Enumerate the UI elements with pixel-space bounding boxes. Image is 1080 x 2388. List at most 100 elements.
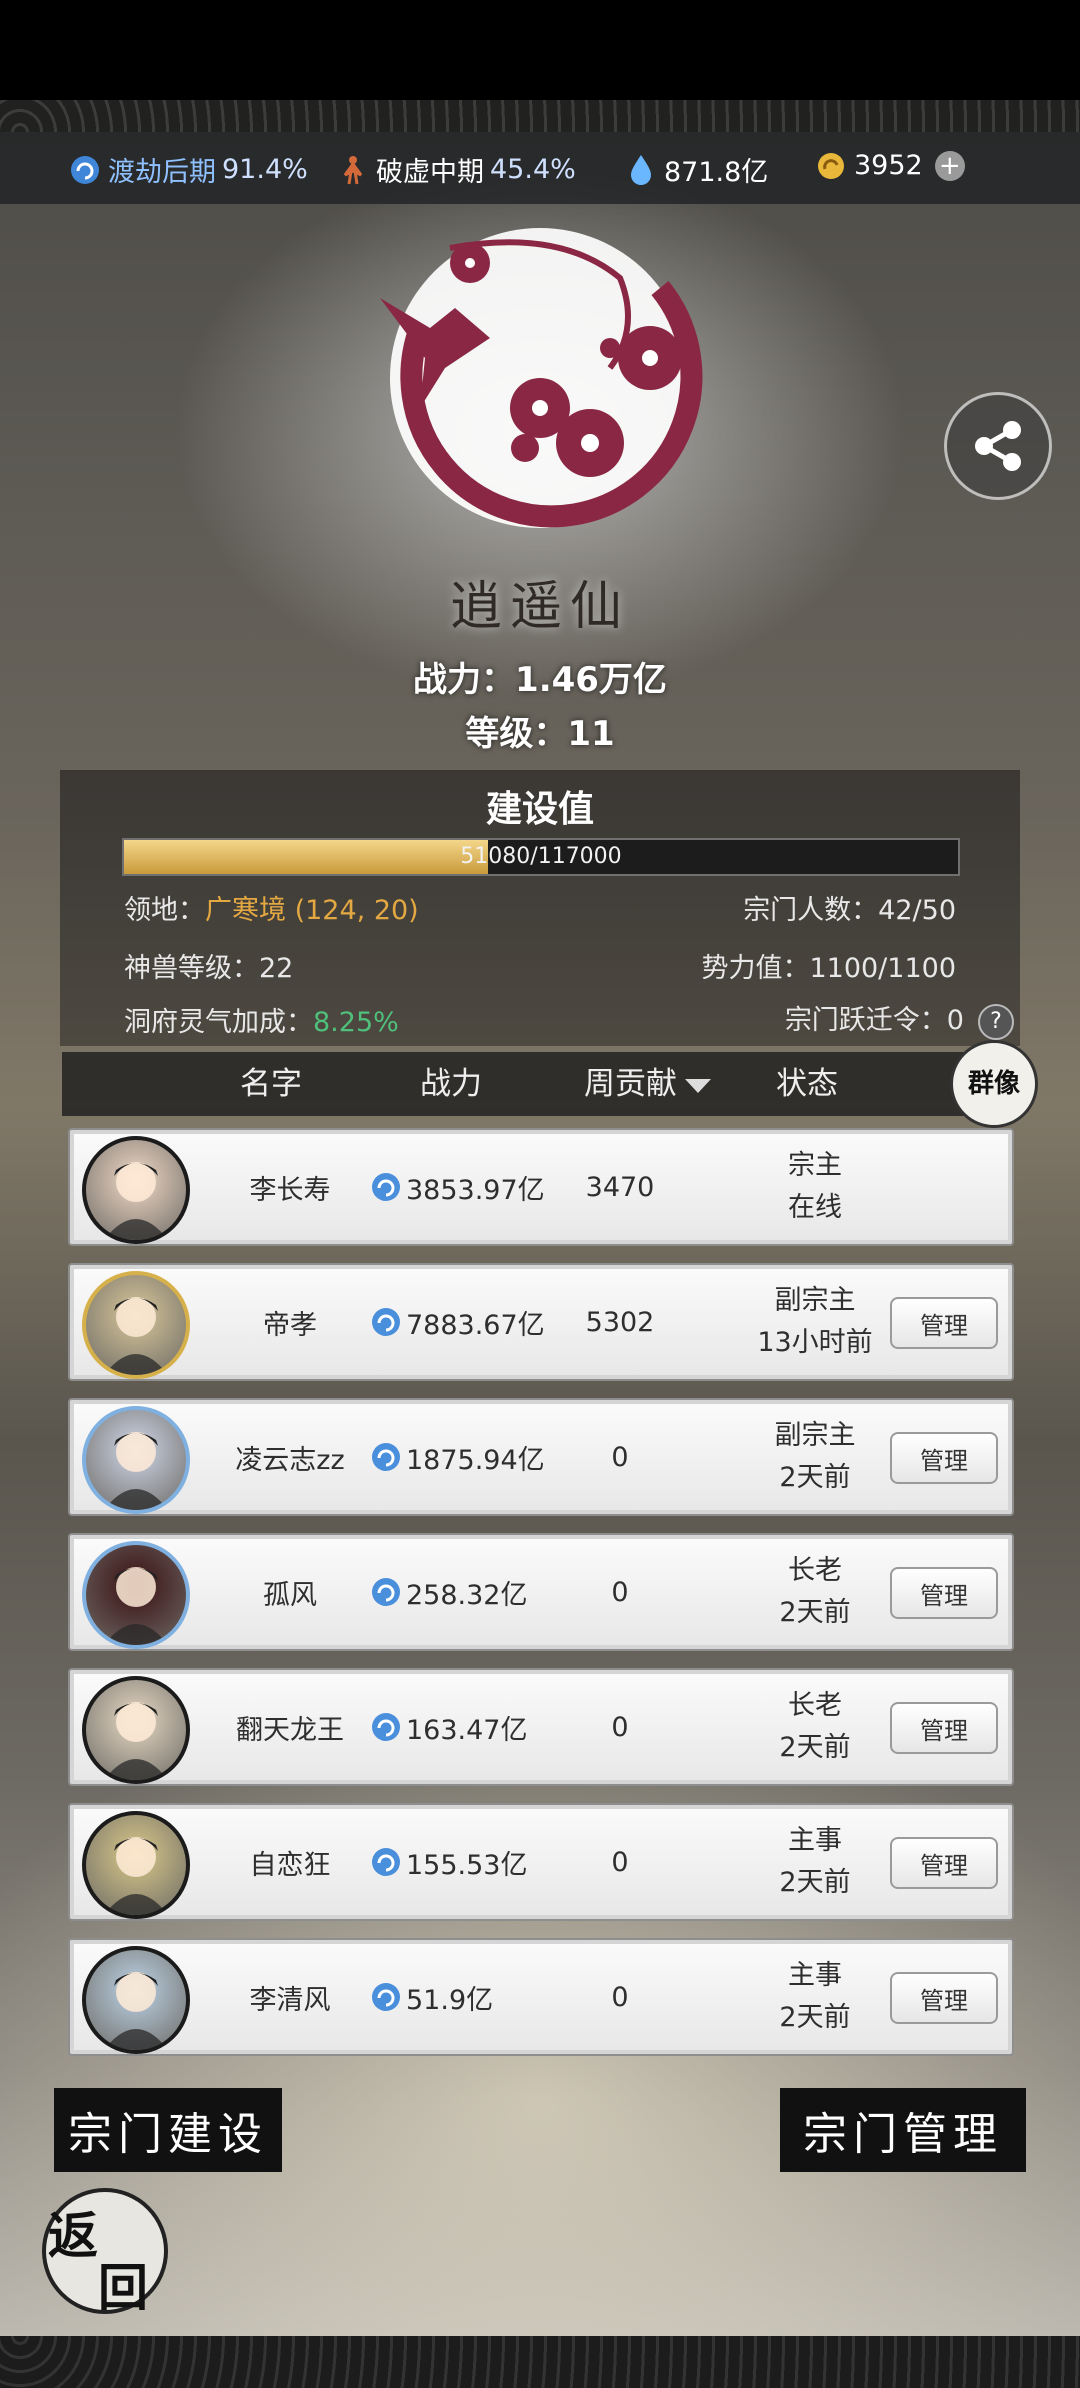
member-name: 翻天龙王	[236, 1714, 344, 1746]
portrait-icon	[104, 1837, 168, 1915]
share-button[interactable]	[944, 392, 1052, 500]
sect-manage-button[interactable]: 宗门管理	[780, 2088, 1026, 2172]
build-value-title: 建设值	[485, 789, 594, 830]
member-name: 李长寿	[249, 1174, 331, 1206]
share-icon	[975, 421, 1021, 471]
member-power-value: 51.9亿	[406, 1984, 494, 2016]
member-role: 长老	[788, 1690, 842, 1721]
manage-button[interactable]: 管理	[890, 1432, 998, 1484]
manage-button[interactable]: 管理	[890, 1837, 998, 1889]
member-weekly: 0	[611, 1711, 629, 1743]
member-avatar[interactable]	[82, 1946, 190, 2054]
member-row[interactable]: 孤风 258.32亿 0 长老 2天前 管理	[68, 1533, 1014, 1651]
member-status: 长老 2天前	[740, 1535, 890, 1649]
sect-level: 等级：11	[465, 714, 615, 754]
territory-label: 领地：	[124, 895, 205, 926]
swirl-icon	[372, 1713, 400, 1741]
member-role: 主事	[788, 1825, 842, 1856]
member-avatar[interactable]	[82, 1811, 190, 1919]
sect-emblem	[380, 228, 703, 528]
cultivation-percent: 91.4%	[222, 154, 308, 185]
member-power-value: 155.53亿	[406, 1849, 528, 1881]
portrait-icon	[104, 1432, 168, 1510]
member-count: 宗门人数：42/50	[743, 895, 956, 926]
gold-value: 3952	[854, 150, 923, 181]
portrait-icon	[104, 1297, 168, 1375]
member-row[interactable]: 帝孝 7883.67亿 5302 副宗主 13小时前 管理	[68, 1263, 1014, 1381]
member-avatar[interactable]	[82, 1541, 190, 1649]
body-status[interactable]: 破虚中期 45.4%	[338, 150, 576, 189]
top-pattern-border	[0, 100, 1080, 132]
back-button[interactable]: 返 回	[42, 2188, 168, 2317]
manage-button[interactable]: 管理	[890, 1567, 998, 1619]
swirl-icon	[372, 1173, 400, 1201]
header-power: 战力	[420, 1066, 482, 1102]
member-last-online: 2天前	[779, 1867, 851, 1898]
member-last-online: 2天前	[779, 2002, 851, 2033]
swirl-icon	[372, 1983, 400, 2011]
beast-level: 神兽等级：22	[124, 953, 294, 984]
member-last-online: 13小时前	[757, 1327, 873, 1358]
member-row[interactable]: 李清风 51.9亿 0 主事 2天前 管理	[68, 1938, 1014, 2056]
member-status: 主事 2天前	[740, 1805, 890, 1919]
member-power-value: 7883.67亿	[406, 1309, 545, 1341]
gold-coin-icon	[816, 151, 846, 181]
member-row[interactable]: 翻天龙王 163.47亿 0 长老 2天前 管理	[68, 1668, 1014, 1786]
member-role: 主事	[788, 1960, 842, 1991]
header-status: 状态	[776, 1066, 838, 1102]
member-name: 孤风	[263, 1579, 317, 1611]
header-weekly-label: 周贡献	[584, 1066, 677, 1102]
resource-bar: 渡劫后期 91.4% 破虚中期 45.4% 871.8亿 3952 +	[0, 132, 1080, 204]
member-row[interactable]: 李长寿 3853.97亿 3470 宗主 在线	[68, 1128, 1014, 1246]
swirl-icon	[372, 1848, 400, 1876]
swirl-icon	[372, 1443, 400, 1471]
member-role: 副宗主	[774, 1285, 856, 1316]
cave-bonus-label: 洞府灵气加成：	[124, 1007, 313, 1038]
swirl-icon	[70, 155, 100, 185]
help-button[interactable]: ?	[978, 1003, 1014, 1040]
portrait-icon	[104, 1567, 168, 1645]
member-row[interactable]: 凌云志zz 1875.94亿 0 副宗主 2天前 管理	[68, 1398, 1014, 1516]
member-status: 主事 2天前	[740, 1940, 890, 2054]
member-last-online: 2天前	[779, 1732, 851, 1763]
header-weekly[interactable]: 周贡献	[584, 1052, 711, 1116]
add-gold-button[interactable]: +	[934, 150, 965, 181]
spirit-stones[interactable]: 871.8亿	[626, 150, 768, 189]
member-name: 李清风	[249, 1984, 331, 2016]
member-role: 副宗主	[774, 1420, 856, 1451]
member-power: 7883.67亿	[370, 1265, 550, 1379]
member-power-value: 3853.97亿	[406, 1174, 545, 1206]
cultivation-status[interactable]: 渡劫后期 91.4%	[70, 150, 308, 189]
member-status: 副宗主 13小时前	[740, 1265, 890, 1379]
portrait-icon	[104, 1702, 168, 1780]
swirl-icon	[372, 1308, 400, 1336]
member-power: 163.47亿	[370, 1670, 550, 1784]
portrait-icon	[104, 1162, 168, 1240]
territory-info: 领地：广寒境 (124, 20)	[124, 888, 419, 927]
member-last-online: 在线	[788, 1192, 842, 1223]
portrait-icon	[104, 1972, 168, 2050]
member-status: 长老 2天前	[740, 1670, 890, 1784]
sect-build-button[interactable]: 宗门建设	[54, 2088, 282, 2172]
member-status: 宗主 在线	[740, 1130, 890, 1244]
member-row[interactable]: 自恋狂 155.53亿 0 主事 2天前 管理	[68, 1803, 1014, 1921]
member-power-value: 163.47亿	[406, 1714, 528, 1746]
manage-button[interactable]: 管理	[890, 1972, 998, 2024]
member-avatar[interactable]	[82, 1676, 190, 1784]
manage-button[interactable]: 管理	[890, 1297, 998, 1349]
build-progress-bar: 51080/117000	[122, 838, 960, 876]
manage-button[interactable]: 管理	[890, 1702, 998, 1754]
member-avatar[interactable]	[82, 1271, 190, 1379]
territory-value[interactable]: 广寒境 (124, 20)	[205, 895, 419, 926]
member-role: 长老	[788, 1555, 842, 1586]
header-name: 名字	[240, 1066, 302, 1102]
group-portrait-button[interactable]: 群像	[950, 1040, 1038, 1128]
member-weekly: 0	[611, 1576, 629, 1608]
member-avatar[interactable]	[82, 1136, 190, 1244]
member-role: 宗主	[788, 1150, 842, 1181]
member-avatar[interactable]	[82, 1406, 190, 1514]
gold-currency[interactable]: 3952 +	[816, 150, 965, 181]
member-last-online: 2天前	[779, 1462, 851, 1493]
migrate-token-text: 宗门跃迁令：0	[784, 1005, 964, 1036]
spirit-stones-value: 871.8亿	[664, 157, 769, 188]
